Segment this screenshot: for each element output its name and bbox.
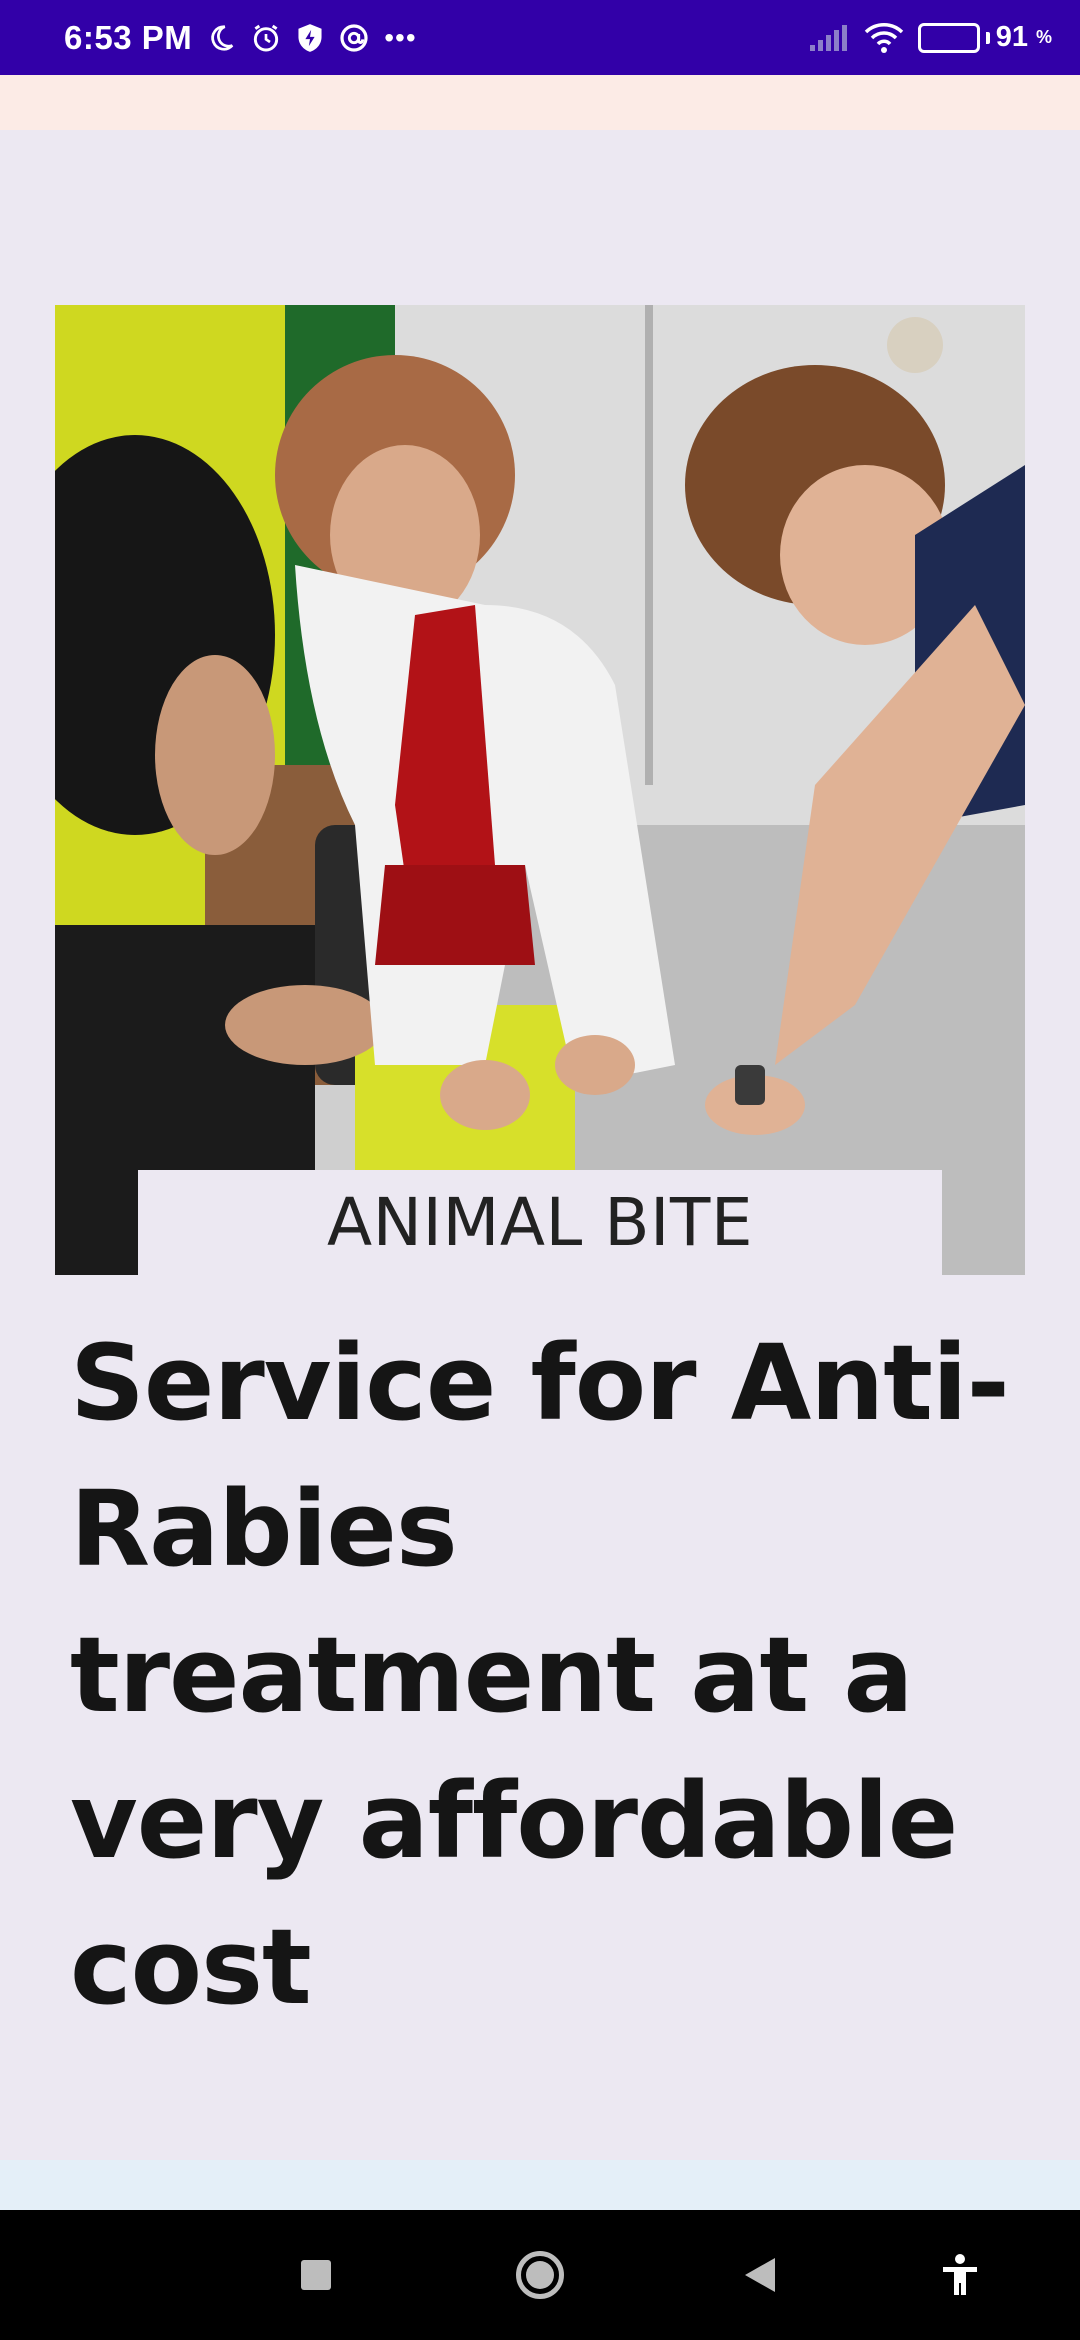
signal-icon bbox=[808, 23, 850, 53]
moon-icon bbox=[206, 23, 236, 53]
battery-charging-icon: 91% bbox=[917, 21, 1052, 54]
alarm-icon bbox=[250, 22, 282, 54]
status-right: 91% bbox=[808, 21, 1052, 54]
accessibility-icon[interactable] bbox=[935, 2210, 985, 2340]
status-time: 6:53 PM bbox=[64, 18, 193, 56]
shield-icon bbox=[296, 23, 324, 53]
battery-level: 91 bbox=[995, 21, 1028, 53]
bottom-banner-strip bbox=[0, 2160, 1080, 2210]
recent-apps-icon[interactable] bbox=[290, 2210, 342, 2340]
back-icon[interactable] bbox=[740, 2210, 780, 2340]
wifi-icon bbox=[864, 22, 904, 54]
battery-unit: % bbox=[1035, 27, 1052, 47]
status-left: 6:53 PM ••• bbox=[64, 19, 417, 57]
home-icon[interactable] bbox=[510, 2210, 570, 2340]
hero-photo-illustration bbox=[55, 305, 1025, 1275]
navigation-bar bbox=[0, 2210, 1080, 2340]
hero-photo: ANIMAL BITE bbox=[55, 305, 1025, 1275]
headline-text: Service for Anti-Rabies treatment at a v… bbox=[70, 1322, 1010, 2028]
more-dots-icon: ••• bbox=[384, 21, 417, 53]
top-banner-strip bbox=[0, 75, 1080, 130]
status-bar: 6:53 PM ••• 91% bbox=[0, 0, 1080, 75]
hero-image-caption: ANIMAL BITE bbox=[138, 1170, 942, 1275]
at-sign-icon bbox=[338, 22, 370, 54]
